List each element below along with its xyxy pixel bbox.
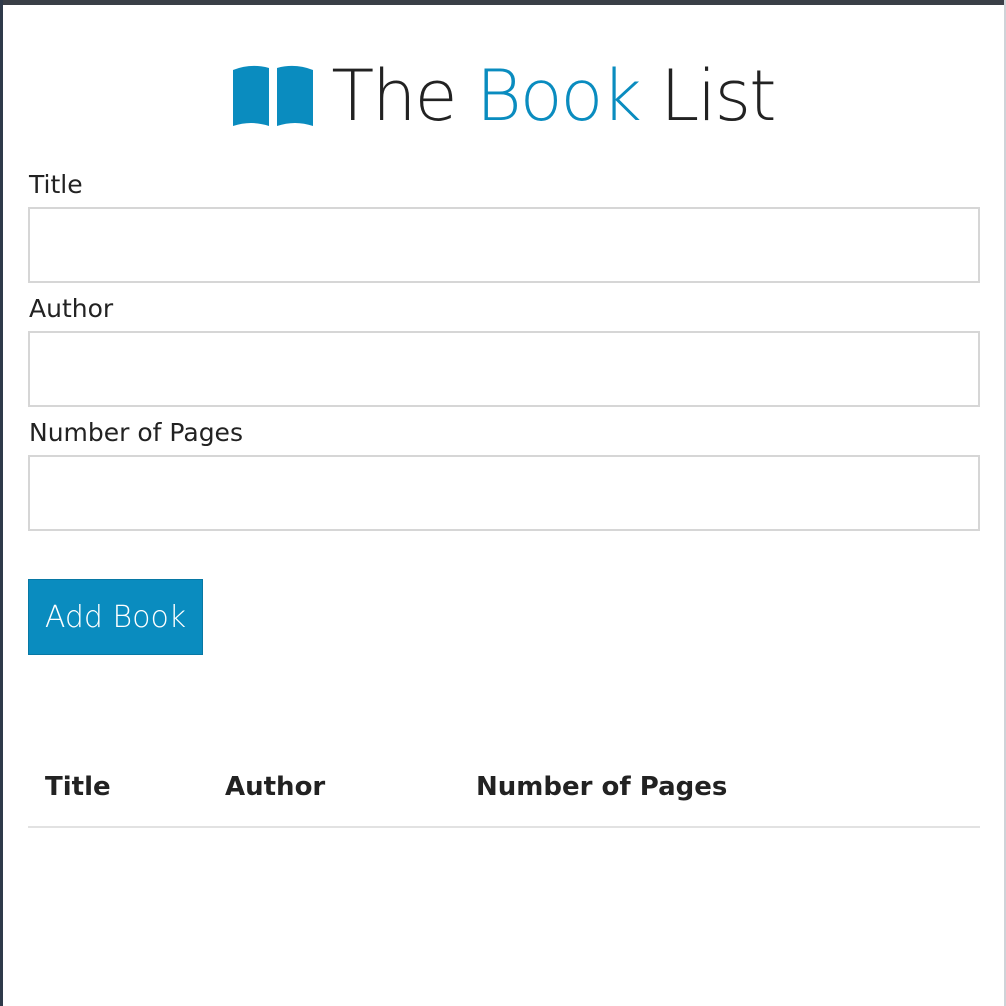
pages-label: Number of Pages — [29, 418, 243, 447]
author-input[interactable] — [28, 331, 980, 407]
page-title-part1: The — [331, 55, 457, 137]
open-book-icon — [231, 64, 315, 128]
author-label: Author — [29, 294, 114, 323]
title-label: Title — [29, 170, 83, 199]
window-top-border — [0, 0, 1006, 5]
column-header-pages: Number of Pages — [476, 772, 728, 802]
page-title-part2: List — [660, 55, 776, 137]
window-left-border — [0, 0, 3, 1006]
book-table-header: Title Author Number of Pages — [28, 766, 980, 828]
column-header-title: Title — [45, 772, 111, 802]
column-header-author: Author — [225, 772, 326, 802]
add-book-button[interactable]: Add Book — [28, 579, 203, 655]
pages-input[interactable] — [28, 455, 980, 531]
page-title: The Book List — [331, 55, 776, 137]
page-title-accent: Book — [475, 55, 642, 137]
page-header: The Book List — [0, 56, 1006, 136]
title-input[interactable] — [28, 207, 980, 283]
